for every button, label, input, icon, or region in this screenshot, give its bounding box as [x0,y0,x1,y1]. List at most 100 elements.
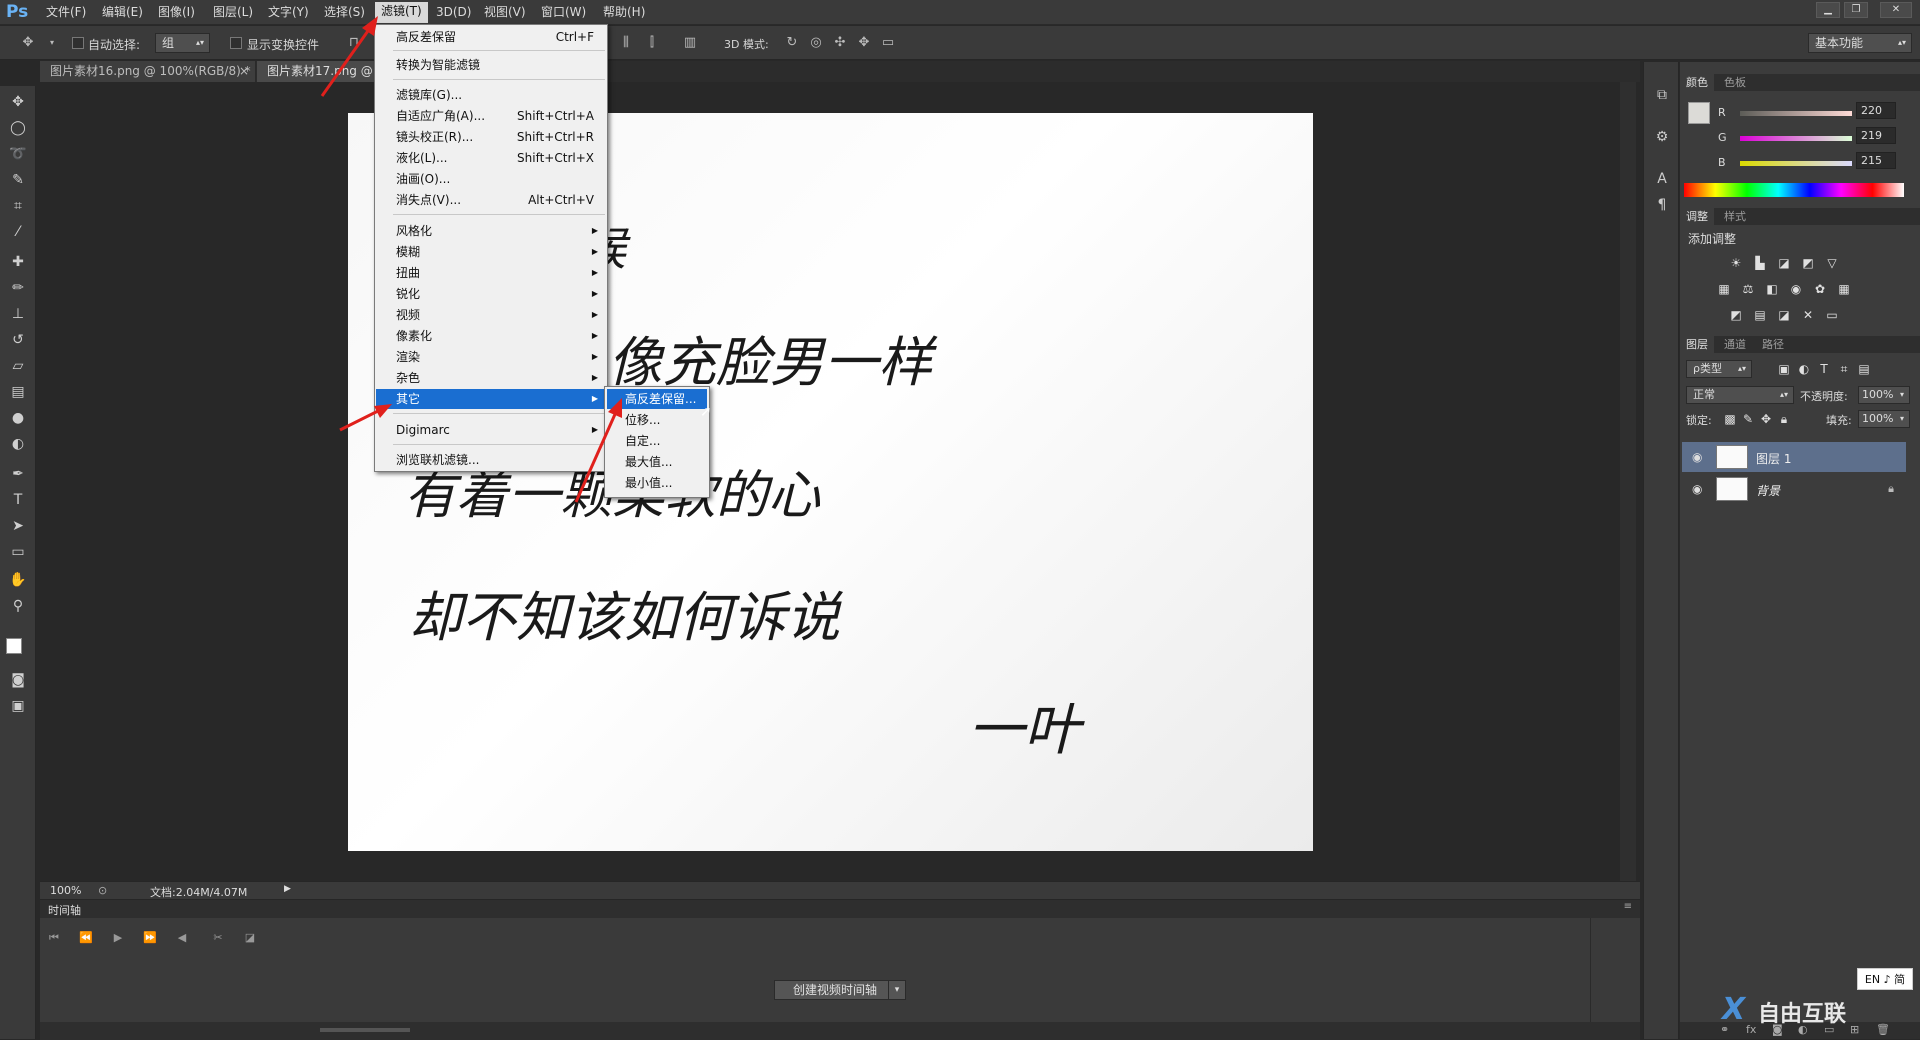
status-arrow-icon[interactable]: ▶ [284,884,291,894]
menu-item-video[interactable]: 视频 ▶ [376,305,606,325]
menu-item-vanishing-point[interactable]: 消失点(V)... Alt+Ctrl+V [376,190,606,210]
curves-icon[interactable]: ◪ [1776,256,1792,270]
close-button[interactable]: ✕ [1880,2,1912,18]
b-slider[interactable] [1740,161,1852,166]
blur-tool-icon[interactable]: ● [8,408,28,428]
prev-frame-icon[interactable]: ⏪ [76,929,96,947]
menu-item-distort[interactable]: 扭曲 ▶ [376,263,606,283]
menu-item-blur[interactable]: 模糊 ▶ [376,242,606,262]
gradient-map-icon[interactable]: ▭ [1824,308,1840,322]
g-value[interactable]: 219 [1856,127,1896,144]
menu-item-convert-smart[interactable]: 转换为智能滤镜 [376,55,606,75]
foreground-color[interactable] [1688,102,1710,124]
menu-type[interactable]: 文字(Y) [262,4,315,22]
b-value[interactable]: 215 [1856,152,1896,169]
filter-type-icon[interactable]: T [1816,362,1832,376]
layer-row-background[interactable]: ◉ 背景 🔒︎ [1682,474,1906,504]
quick-select-tool-icon[interactable]: ✎ [8,170,28,190]
invert-icon[interactable]: ◩ [1728,308,1744,322]
create-timeline-dropdown-icon[interactable]: ▾ [888,980,906,1000]
fill-input[interactable]: 100% ▾ [1858,410,1910,428]
screen-mode-icon[interactable]: ▣ [8,696,28,716]
crop-tool-icon[interactable]: ⌗ [8,196,28,216]
canvas-scrollbar[interactable] [1620,82,1636,881]
3d-slide-icon[interactable]: ✥ [856,35,872,51]
menu-item-last-filter[interactable]: 高反差保留 Ctrl+F [376,27,606,47]
stamp-tool-icon[interactable]: ⊥ [8,304,28,324]
lock-pixels-icon[interactable]: ✎ [1740,412,1756,426]
minimize-button[interactable]: ▁ [1816,2,1840,18]
posterize-icon[interactable]: ▤ [1752,308,1768,322]
create-video-timeline-button[interactable]: 创建视频时间轴 [774,980,896,1000]
menu-help[interactable]: 帮助(H) [597,4,651,22]
eyedropper-tool-icon[interactable]: ⁄ [8,222,28,242]
status-icon[interactable]: ⊙ [98,884,107,897]
color-lookup-icon[interactable]: ▦ [1836,282,1852,296]
move-tool-icon[interactable]: ✥ [8,92,28,112]
marquee-tool-icon[interactable]: ◯ [8,118,28,138]
channel-mixer-icon[interactable]: ✿ [1812,282,1828,296]
3d-scale-icon[interactable]: ▭ [880,35,896,51]
tab-paths[interactable]: 路径 [1756,336,1790,353]
menu-item-adaptive-wide[interactable]: 自适应广角(A)... Shift+Ctrl+A [376,106,606,126]
color-spectrum-ramp[interactable] [1684,183,1904,197]
character-panel-icon[interactable]: A [1653,170,1671,188]
zoom-tool-icon[interactable]: ⚲ [8,596,28,616]
menu-3d[interactable]: 3D(D) [430,4,477,22]
eraser-tool-icon[interactable]: ▱ [8,356,28,376]
menu-item-render[interactable]: 渲染 ▶ [376,347,606,367]
timeline-zoom-slider[interactable] [320,1028,410,1032]
hue-icon[interactable]: ▦ [1716,282,1732,296]
close-tab-icon[interactable]: × [239,61,249,82]
color-balance-icon[interactable]: ⚖ [1740,282,1756,296]
scissors-icon[interactable]: ✂ [208,929,228,947]
distribute-center-icon[interactable]: ⫿ [644,35,660,51]
lock-position-icon[interactable]: ✥ [1758,412,1774,426]
paragraph-panel-icon[interactable]: ¶ [1653,196,1671,214]
menu-window[interactable]: 窗口(W) [535,4,592,22]
tab-color[interactable]: 颜色 [1680,74,1714,91]
menu-item-stylize[interactable]: 风格化 ▶ [376,221,606,241]
history-brush-icon[interactable]: ↺ [8,330,28,350]
tool-preset-arrow-icon[interactable]: ▾ [44,35,60,51]
play-icon[interactable]: ▶ [108,929,128,947]
black-white-icon[interactable]: ◧ [1764,282,1780,296]
menu-image[interactable]: 图像(I) [152,4,201,22]
brightness-icon[interactable]: ☀ [1728,256,1744,270]
tab-layers[interactable]: 图层 [1680,336,1714,353]
photo-filter-icon[interactable]: ◉ [1788,282,1804,296]
workspace-dropdown[interactable]: 基本功能 ▴▾ [1808,33,1912,53]
threshold-icon[interactable]: ◪ [1776,308,1792,322]
lock-transparent-icon[interactable]: ▩ [1722,412,1738,426]
lock-all-icon[interactable]: 🔒︎ [1776,412,1792,426]
3d-roll-icon[interactable]: ◎ [808,35,824,51]
menu-item-filter-gallery[interactable]: 滤镜库(G)... [376,85,606,105]
tab-swatches[interactable]: 色板 [1718,74,1752,91]
path-select-icon[interactable]: ➤ [8,516,28,536]
history-panel-icon[interactable]: ⧉ [1653,86,1671,104]
exposure-icon[interactable]: ◩ [1800,256,1816,270]
3d-rotate-icon[interactable]: ↻ [784,35,800,51]
first-frame-icon[interactable]: ⏮ [44,929,64,947]
selective-color-icon[interactable]: ✕ [1800,308,1816,322]
tab-adjustments[interactable]: 调整 [1680,208,1714,225]
gradient-tool-icon[interactable]: ▤ [8,382,28,402]
next-frame-icon[interactable]: ⏩ [140,929,160,947]
hand-tool-icon[interactable]: ✋ [8,570,28,590]
panel-menu-icon[interactable]: ≡ [1624,901,1632,912]
menu-item-sharpen[interactable]: 锐化 ▶ [376,284,606,304]
shape-tool-icon[interactable]: ▭ [8,542,28,562]
3d-pan-icon[interactable]: ✣ [832,35,848,51]
eye-icon[interactable]: ◉ [1692,450,1702,464]
healing-brush-icon[interactable]: ✚ [8,252,28,272]
g-slider[interactable] [1740,136,1852,141]
menu-item-oil-paint[interactable]: 油画(O)... [376,169,606,189]
properties-panel-icon[interactable]: ⚙ [1653,128,1671,146]
lasso-tool-icon[interactable]: ➰ [8,144,28,164]
tab-channels[interactable]: 通道 [1718,336,1752,353]
menu-edit[interactable]: 编辑(E) [96,4,149,22]
layer-row-1[interactable]: ◉ 图层 1 [1682,442,1906,472]
audio-icon[interactable]: ◀ [172,929,192,947]
auto-select-dropdown[interactable]: 组 ▴▾ [155,33,210,53]
auto-align-icon[interactable]: ▥ [682,35,698,51]
